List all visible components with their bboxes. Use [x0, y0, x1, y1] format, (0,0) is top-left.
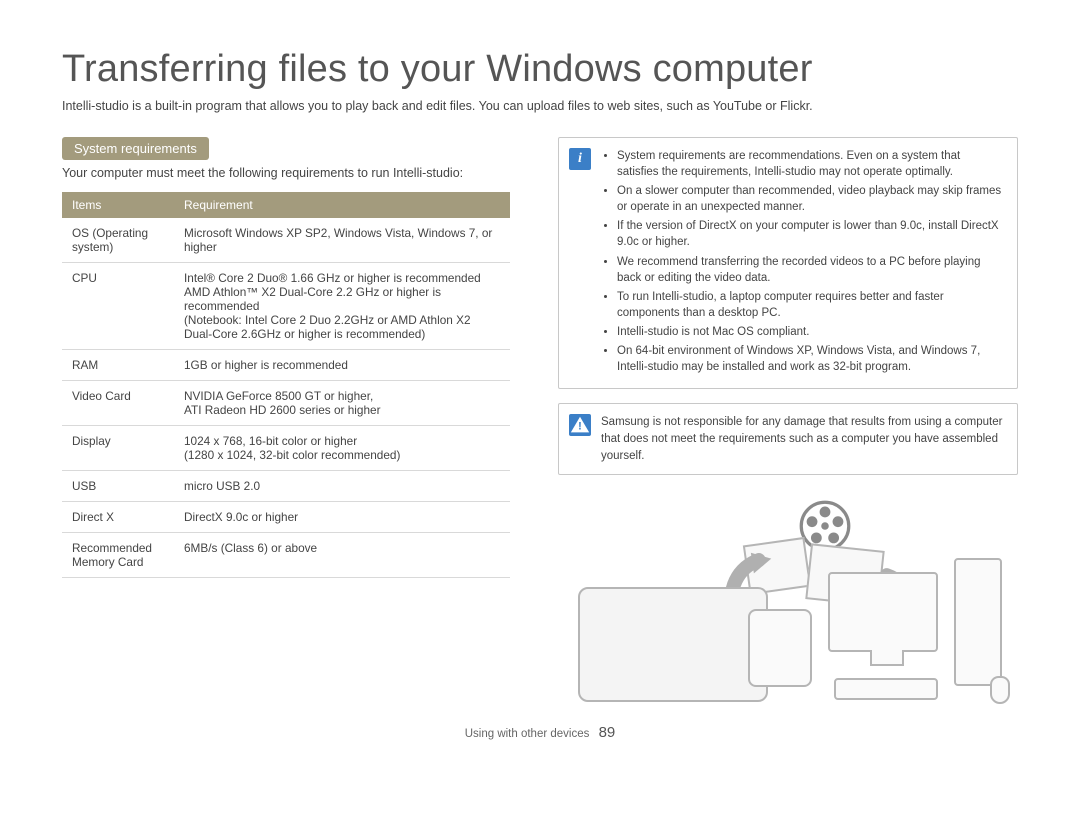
warning-note-box: ! Samsung is not responsible for any dam…: [558, 403, 1018, 475]
note-item: System requirements are recommendations.…: [617, 148, 1003, 180]
cell-requirement: 1GB or higher is recommended: [174, 350, 510, 381]
section-subnote: Your computer must meet the following re…: [62, 166, 510, 180]
intro-text: Intelli-studio is a built-in program tha…: [62, 99, 1018, 113]
note-item: On 64-bit environment of Windows XP, Win…: [617, 343, 1003, 375]
cell-requirement: NVIDIA GeForce 8500 GT or higher, ATI Ra…: [174, 381, 510, 426]
cell-item: USB: [62, 471, 174, 502]
warning-text: Samsung is not responsible for any damag…: [601, 414, 1003, 464]
note-item: On a slower computer than recommended, v…: [617, 183, 1003, 215]
cell-item: OS (Operating system): [62, 218, 174, 263]
right-column: i System requirements are recommendation…: [558, 137, 1018, 712]
warning-icon: !: [569, 414, 591, 436]
page-title: Transferring files to your Windows compu…: [62, 48, 1018, 91]
table-row: USBmicro USB 2.0: [62, 471, 510, 502]
table-row: RAM1GB or higher is recommended: [62, 350, 510, 381]
cell-item: CPU: [62, 263, 174, 350]
cell-item: Recommended Memory Card: [62, 533, 174, 578]
footer-section-label: Using with other devices: [465, 728, 590, 740]
left-column: System requirements Your computer must m…: [62, 137, 510, 712]
cell-requirement: 6MB/s (Class 6) or above: [174, 533, 510, 578]
note-item: We recommend transferring the recorded v…: [617, 254, 1003, 286]
note-item: To run Intelli-studio, a laptop computer…: [617, 289, 1003, 321]
cell-requirement: micro USB 2.0: [174, 471, 510, 502]
notes-list: System requirements are recommendations.…: [601, 148, 1003, 378]
desktop-pc-icon: [828, 554, 1008, 704]
table-row: CPUIntel® Core 2 Duo® 1.66 GHz or higher…: [62, 263, 510, 350]
table-row: Display1024 x 768, 16-bit color or highe…: [62, 426, 510, 471]
th-requirement: Requirement: [174, 192, 510, 218]
table-row: Video CardNVIDIA GeForce 8500 GT or high…: [62, 381, 510, 426]
cell-item: Video Card: [62, 381, 174, 426]
cell-requirement: Microsoft Windows XP SP2, Windows Vista,…: [174, 218, 510, 263]
info-note-box: i System requirements are recommendation…: [558, 137, 1018, 389]
cell-requirement: DirectX 9.0c or higher: [174, 502, 510, 533]
note-icon: i: [569, 148, 591, 170]
table-row: OS (Operating system)Microsoft Windows X…: [62, 218, 510, 263]
note-item: If the version of DirectX on your comput…: [617, 218, 1003, 250]
th-items: Items: [62, 192, 174, 218]
transfer-illustration: [558, 497, 1018, 712]
table-row: Direct XDirectX 9.0c or higher: [62, 502, 510, 533]
camcorder-icon: [578, 587, 768, 702]
table-row: Recommended Memory Card6MB/s (Class 6) o…: [62, 533, 510, 578]
cell-item: Direct X: [62, 502, 174, 533]
cell-requirement: Intel® Core 2 Duo® 1.66 GHz or higher is…: [174, 263, 510, 350]
requirements-table: Items Requirement OS (Operating system)M…: [62, 192, 510, 578]
section-badge: System requirements: [62, 137, 209, 160]
svg-text:!: !: [578, 421, 582, 433]
cell-item: RAM: [62, 350, 174, 381]
cell-requirement: 1024 x 768, 16-bit color or higher (1280…: [174, 426, 510, 471]
page-footer: Using with other devices 89: [62, 724, 1018, 741]
cell-item: Display: [62, 426, 174, 471]
note-item: Intelli-studio is not Mac OS compliant.: [617, 324, 1003, 340]
page-number: 89: [599, 724, 616, 741]
